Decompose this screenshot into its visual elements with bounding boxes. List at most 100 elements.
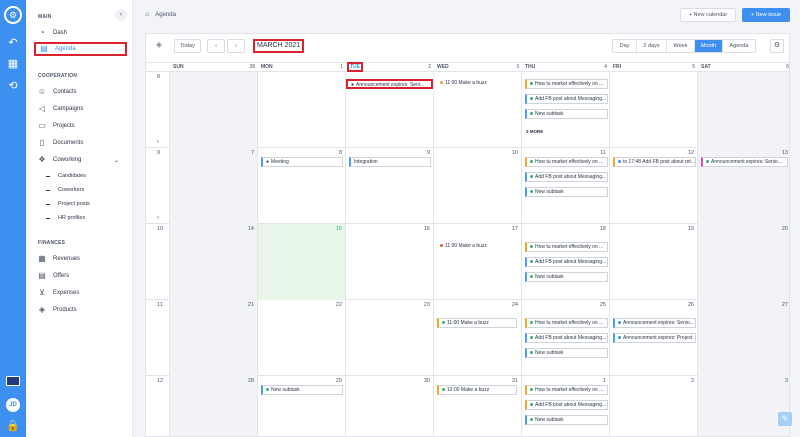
day-cell[interactable]: 3: [697, 376, 789, 436]
day-cell[interactable]: 9 Integration: [345, 148, 433, 224]
uk-flag-icon[interactable]: [6, 376, 20, 386]
sidebar-item-projects[interactable]: ▭ Projects: [34, 119, 127, 133]
event-market-task[interactable]: How tu market effectively on ...: [525, 157, 608, 167]
sidebar-item-agenda[interactable]: ▤ Agenda: [34, 42, 127, 56]
day-cell[interactable]: [697, 72, 789, 148]
event-announcement[interactable]: Announcement expires: Senio...: [701, 157, 788, 167]
event-market-task[interactable]: How tu market effectively on ...: [525, 318, 608, 328]
event-fb-post-ret[interactable]: to 17:48 Add FB post about ret...: [613, 157, 696, 167]
next-month-button[interactable]: ›: [227, 39, 245, 53]
day-cell[interactable]: 13 Announcement expires: Senio...: [697, 148, 789, 224]
sidebar-item-contacts[interactable]: ☺ Contacts: [34, 85, 127, 99]
home-icon[interactable]: ⌂: [145, 11, 149, 18]
event-market-task[interactable]: How tu market effectively on ...: [525, 242, 608, 252]
today-button[interactable]: Today: [174, 39, 201, 53]
day-cell[interactable]: [169, 72, 257, 148]
sidebar-subitem-project-posts[interactable]: Project posts: [46, 201, 90, 207]
event-market-task[interactable]: How tu market effectively on ...: [525, 79, 608, 89]
day-cell[interactable]: [609, 72, 697, 148]
sidebar-subitem-candidates[interactable]: Candidates: [46, 173, 86, 179]
view-2-days-button[interactable]: 2 days: [637, 40, 667, 52]
event-new-subtask[interactable]: New subtask: [525, 348, 608, 358]
settings-gear-icon[interactable]: ⚙: [770, 39, 784, 53]
sidebar-item-campaigns[interactable]: ◁ Campaigns: [34, 102, 127, 116]
event-make-a-buzz[interactable]: 12:00 Make a buzz: [437, 385, 517, 395]
day-cell[interactable]: 14: [169, 224, 257, 300]
day-cell[interactable]: 11:00 Make a buzz: [433, 72, 521, 148]
day-cell[interactable]: 24 11:00 Make a buzz: [433, 300, 521, 376]
collapse-sidebar-button[interactable]: ‹: [115, 9, 127, 21]
sidebar-item-revenues[interactable]: ▦ Revenues: [34, 252, 127, 266]
view-day-button[interactable]: Day: [613, 40, 637, 52]
event-make-a-buzz[interactable]: 11:00 Make a buzz: [437, 79, 517, 89]
sidebar-subitem-hr-profiles[interactable]: HR profiles: [46, 215, 85, 221]
sidebar-item-documents[interactable]: ▯ Documents: [34, 136, 127, 150]
day-cell[interactable]: 8 ● Meeting: [257, 148, 345, 224]
event-market-task[interactable]: How tu market effectively on ...: [525, 385, 608, 395]
day-cell[interactable]: 10: [433, 148, 521, 224]
day-cell[interactable]: 22: [257, 300, 345, 376]
new-calendar-button[interactable]: + New calendar: [680, 8, 736, 22]
day-cell[interactable]: 17 11:00 Make a buzz: [433, 224, 521, 300]
grid-icon[interactable]: ▦: [6, 57, 20, 71]
day-cell[interactable]: 23: [345, 300, 433, 376]
day-cell[interactable]: [257, 72, 345, 148]
refresh-icon[interactable]: ⟲: [6, 79, 20, 93]
day-cell[interactable]: 31 12:00 Make a buzz: [433, 376, 521, 436]
sidebar-item-expenses[interactable]: ⊻ Expenses: [34, 286, 127, 300]
sidebar-subitem-coworkers[interactable]: Coworkers: [46, 187, 84, 193]
sidebar-item-products[interactable]: ◈ Products: [34, 303, 127, 317]
edit-icon[interactable]: ✎: [778, 412, 792, 426]
more-events-link[interactable]: 3 MORE: [526, 129, 543, 134]
new-issue-button[interactable]: + New issue: [742, 8, 790, 22]
day-cell[interactable]: 2: [609, 376, 697, 436]
day-cell[interactable]: 16: [345, 224, 433, 300]
sidebar-item-coworking[interactable]: ❖ Coworking ⌄: [34, 153, 127, 167]
event-new-subtask[interactable]: New subtask: [261, 385, 343, 395]
event-make-a-buzz[interactable]: 11:00 Make a buzz: [437, 318, 517, 328]
event-fb-post[interactable]: Add FB post about Messaging...: [525, 94, 608, 104]
day-cell[interactable]: 20: [697, 224, 789, 300]
event-fb-post[interactable]: Add FB post about Messaging...: [525, 400, 608, 410]
day-cell-today[interactable]: 15: [257, 224, 345, 300]
day-cell[interactable]: 18 How tu market effectively on ... Add …: [521, 224, 609, 300]
sidebar-item-offers[interactable]: ▤ Offers: [34, 269, 127, 283]
event-announcement-project[interactable]: Announcement expires: Project: [613, 333, 696, 343]
day-cell[interactable]: 28: [169, 376, 257, 436]
lock-icon[interactable]: 🔒: [6, 419, 20, 433]
day-cell[interactable]: 7: [169, 148, 257, 224]
event-new-subtask[interactable]: New subtask: [525, 187, 608, 197]
organization-logo-icon[interactable]: ⚙: [4, 6, 22, 24]
event-fb-post[interactable]: Add FB post about Messaging...: [525, 172, 608, 182]
event-meeting[interactable]: ● Meeting: [261, 157, 343, 167]
event-announcement[interactable]: Announcement expires: Senio...: [613, 318, 696, 328]
day-cell[interactable]: 30: [345, 376, 433, 436]
back-arrow-icon[interactable]: ↶: [6, 36, 20, 50]
event-new-subtask[interactable]: New subtask: [525, 272, 608, 282]
day-cell[interactable]: 19: [609, 224, 697, 300]
day-cell[interactable]: 26 Announcement expires: Senio... Announ…: [609, 300, 697, 376]
avatar[interactable]: JD: [6, 398, 20, 412]
event-announcement[interactable]: ● Announcement expires: Seni...: [346, 79, 433, 89]
view-month-button[interactable]: Month: [695, 40, 723, 52]
day-cell[interactable]: 1 How tu market effectively on ... Add F…: [521, 376, 609, 436]
day-cell[interactable]: 12 to 17:48 Add FB post about ret...: [609, 148, 697, 224]
event-new-subtask[interactable]: New subtask: [525, 415, 608, 425]
day-cell[interactable]: 11 How tu market effectively on ... Add …: [521, 148, 609, 224]
day-cell[interactable]: 21: [169, 300, 257, 376]
prev-month-button[interactable]: ‹: [207, 39, 225, 53]
day-cell[interactable]: 27: [697, 300, 789, 376]
sidebar-item-dash[interactable]: ◔ Dash: [34, 26, 127, 40]
event-make-a-buzz[interactable]: 11:00 Make a buzz: [437, 242, 517, 252]
day-cell[interactable]: How tu market effectively on ... Add FB …: [521, 72, 609, 148]
event-fb-post[interactable]: Add FB post about Messaging...: [525, 333, 608, 343]
day-cell[interactable]: 25 How tu market effectively on ... Add …: [521, 300, 609, 376]
event-new-subtask[interactable]: New subtask: [525, 109, 608, 119]
event-fb-post[interactable]: Add FB post about Messaging...: [525, 257, 608, 267]
view-agenda-button[interactable]: Agenda: [723, 40, 755, 52]
day-cell[interactable]: ● Announcement expires: Seni...: [345, 72, 433, 148]
day-cell[interactable]: 29 New subtask: [257, 376, 345, 436]
event-integration[interactable]: Integration: [349, 157, 431, 167]
layers-icon[interactable]: ◈: [152, 39, 166, 53]
view-week-button[interactable]: Week: [667, 40, 695, 52]
